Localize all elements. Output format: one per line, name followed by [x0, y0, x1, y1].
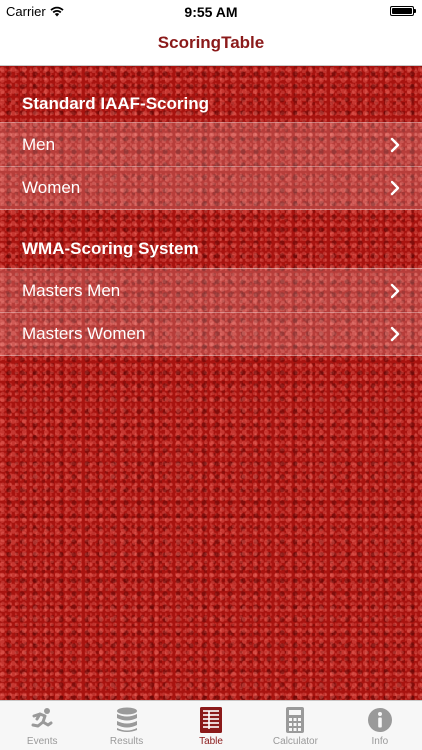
chevron-right-icon — [390, 283, 400, 298]
info-icon — [367, 708, 392, 732]
table-icon — [200, 707, 223, 733]
row-label: Men — [22, 134, 56, 154]
navigation-bar: ScoringTable — [0, 22, 422, 66]
row-label: Masters Women — [22, 324, 146, 343]
runner-icon — [31, 708, 53, 728]
status-bar: Carrier 9:55 AM — [0, 0, 422, 22]
row-masters-men[interactable]: Masters Men — [0, 268, 422, 312]
chevron-right-icon — [390, 137, 400, 152]
chevron-right-icon — [390, 180, 400, 196]
tab-bar: Events Results Table Calculator Info — [0, 700, 422, 750]
tab-results[interactable]: Results — [84, 701, 168, 750]
row-label: Women — [22, 178, 81, 197]
database-icon — [116, 707, 137, 732]
tab-info[interactable]: Info — [338, 701, 422, 750]
tab-label: Results — [109, 736, 144, 747]
tab-table[interactable]: Table — [169, 701, 253, 750]
row-masters-women[interactable]: Masters Women — [0, 312, 422, 356]
chevron-right-icon — [390, 326, 400, 342]
tab-events[interactable]: Events — [0, 701, 84, 750]
tab-label: Calculator — [272, 736, 318, 747]
tab-label: Events — [26, 736, 58, 747]
tab-label: Info — [371, 736, 389, 747]
scoring-list: Standard IAAF-Scoring Men Women WMA-Scor… — [0, 66, 422, 700]
battery-icon — [390, 6, 416, 16]
calculator-icon — [286, 707, 305, 733]
row-women[interactable]: Women — [0, 166, 422, 210]
tab-calculator[interactable]: Calculator — [253, 701, 337, 750]
row-label: Masters Men — [22, 280, 121, 300]
status-time: 9:55 AM — [184, 4, 238, 20]
tab-label: Table — [199, 736, 223, 747]
page-title: ScoringTable — [157, 33, 265, 52]
row-men[interactable]: Men — [0, 122, 422, 166]
